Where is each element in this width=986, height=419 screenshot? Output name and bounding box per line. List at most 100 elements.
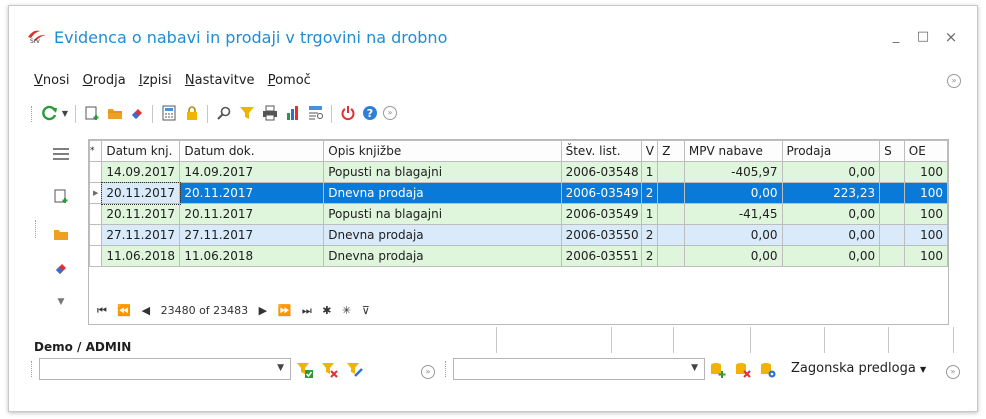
next-record-button[interactable]: ▶ xyxy=(259,304,267,317)
maximize-button[interactable]: □ xyxy=(912,28,934,46)
cell-datum-dok[interactable]: 20.11.2017 xyxy=(179,203,325,225)
menu-orodja[interactable]: Orodja xyxy=(83,73,126,88)
cell-datum-knj[interactable]: 14.09.2017 xyxy=(101,161,181,183)
filter-remove-icon[interactable] xyxy=(321,361,339,379)
power-icon[interactable] xyxy=(337,102,359,124)
cell-z[interactable] xyxy=(657,161,685,183)
cell-prodaja[interactable]: 0,00 xyxy=(781,203,881,225)
cell-datum-dok[interactable]: 20.11.2017 xyxy=(179,182,325,204)
open-folder-icon[interactable] xyxy=(49,223,73,245)
next-page-button[interactable]: ⏩ xyxy=(278,304,292,317)
refresh-icon[interactable] xyxy=(39,102,61,124)
cell-z[interactable] xyxy=(657,224,685,246)
cell-prodaja[interactable]: 223,23 xyxy=(781,182,881,204)
cell-z[interactable] xyxy=(657,182,685,204)
cell-oe[interactable]: 100 xyxy=(903,245,949,267)
last-record-button[interactable]: ⏭ xyxy=(302,304,312,317)
cell-prodaja[interactable]: 0,00 xyxy=(781,224,881,246)
column-header-z[interactable]: Z xyxy=(657,140,685,162)
table-row[interactable]: ▶ 20.11.2017 20.11.2017 Dnevna prodaja 2006-… xyxy=(88,181,949,205)
bottom-grip[interactable] xyxy=(31,361,35,377)
search-icon[interactable] xyxy=(213,102,235,124)
filter-record-button[interactable]: ⊽ xyxy=(362,304,370,317)
new-document-icon[interactable] xyxy=(49,185,73,207)
toolbar-grip[interactable] xyxy=(31,106,35,122)
filter-apply-icon[interactable] xyxy=(296,361,314,379)
row-indicator[interactable] xyxy=(88,224,103,246)
column-header-prodaja[interactable]: Prodaja xyxy=(781,140,881,162)
cell-oe[interactable]: 100 xyxy=(903,224,949,246)
template-combo[interactable]: ▼ xyxy=(453,358,705,380)
cell-v[interactable]: 1 xyxy=(640,203,659,225)
cell-mpv-nabave[interactable]: -405,97 xyxy=(683,161,783,183)
cell-z[interactable] xyxy=(657,203,685,225)
insert-record-button[interactable]: ✳ xyxy=(342,304,351,317)
cell-v[interactable]: 2 xyxy=(640,224,659,246)
filter-icon[interactable] xyxy=(236,102,258,124)
cell-datum-knj[interactable]: 27.11.2017 xyxy=(101,224,181,246)
menu-nastavitve[interactable]: Nastavitve xyxy=(185,73,255,88)
open-folder-icon[interactable] xyxy=(104,102,126,124)
column-header-indicator[interactable]: * xyxy=(88,140,103,162)
cell-mpv-nabave[interactable]: -41,45 xyxy=(683,203,783,225)
cell-opis[interactable]: Dnevna prodaja xyxy=(323,224,562,246)
menu-pomoc[interactable]: Pomoč xyxy=(268,73,311,88)
cell-stev-list[interactable]: 2006-03551 xyxy=(560,245,642,267)
cell-oe[interactable]: 100 xyxy=(903,203,949,225)
column-header-datum-dok[interactable]: Datum dok. xyxy=(179,140,325,162)
cell-opis[interactable]: Dnevna prodaja xyxy=(323,245,562,267)
cell-oe[interactable]: 100 xyxy=(903,161,949,183)
cell-stev-list[interactable]: 2006-03548 xyxy=(560,161,642,183)
cell-s[interactable] xyxy=(879,182,905,204)
cell-s[interactable] xyxy=(879,203,905,225)
new-document-icon[interactable] xyxy=(81,102,103,124)
template-settings-icon[interactable] xyxy=(759,361,777,379)
refresh-dropdown-icon[interactable]: ▼ xyxy=(59,102,71,124)
cell-v[interactable]: 1 xyxy=(640,161,659,183)
column-header-stev-list[interactable]: Štev. list. xyxy=(560,140,642,162)
calculator-icon[interactable] xyxy=(158,102,180,124)
menu-izpisi[interactable]: Izpisi xyxy=(139,73,172,88)
menu-vnosi[interactable]: Vnosi xyxy=(34,73,69,88)
print-icon[interactable] xyxy=(259,102,281,124)
cell-s[interactable] xyxy=(879,224,905,246)
table-row[interactable]: 14.09.2017 14.09.2017 Popusti na blagajni 2… xyxy=(88,161,949,183)
cell-v[interactable]: 2 xyxy=(640,245,659,267)
column-header-oe[interactable]: OE xyxy=(903,140,949,162)
chevron-down-icon[interactable]: ▼ xyxy=(49,291,73,313)
row-indicator[interactable] xyxy=(88,203,103,225)
cell-datum-dok[interactable]: 14.09.2017 xyxy=(179,161,325,183)
help-icon[interactable]: ? xyxy=(359,102,381,124)
expand-icon[interactable]: » xyxy=(379,102,401,124)
left-grip[interactable] xyxy=(35,220,37,238)
table-row[interactable]: 27.11.2017 27.11.2017 Dnevna prodaja 2006-0… xyxy=(88,224,949,246)
table-row[interactable]: 11.06.2018 11.06.2018 Dnevna prodaja 2006-0… xyxy=(88,245,949,267)
chart-icon[interactable] xyxy=(282,102,304,124)
row-indicator[interactable] xyxy=(88,245,103,267)
cell-datum-dok[interactable]: 11.06.2018 xyxy=(179,245,325,267)
left-filter-combo[interactable]: ▼ xyxy=(39,358,291,380)
cell-z[interactable] xyxy=(657,245,685,267)
cell-stev-list[interactable]: 2006-03550 xyxy=(560,224,642,246)
report-icon[interactable] xyxy=(305,102,327,124)
expand-left-icon[interactable]: » xyxy=(421,365,435,379)
lock-icon[interactable] xyxy=(181,102,203,124)
append-record-button[interactable]: ✱ xyxy=(322,304,331,317)
filter-edit-icon[interactable] xyxy=(346,361,364,379)
table-row[interactable]: 20.11.2017 20.11.2017 Popusti na blagajni 2… xyxy=(88,203,949,225)
eraser-icon[interactable] xyxy=(126,102,148,124)
cell-mpv-nabave[interactable]: 0,00 xyxy=(683,182,783,204)
cell-opis[interactable]: Popusti na blagajni xyxy=(323,161,562,183)
cell-s[interactable] xyxy=(879,245,905,267)
cell-oe[interactable]: 100 xyxy=(903,182,949,204)
cell-datum-knj[interactable]: 20.11.2017 xyxy=(100,181,181,205)
close-button[interactable]: × xyxy=(940,28,962,46)
cell-stev-list[interactable]: 2006-03549 xyxy=(560,182,642,204)
cell-mpv-nabave[interactable]: 0,00 xyxy=(683,245,783,267)
prev-page-button[interactable]: ⏪ xyxy=(117,304,131,317)
column-header-v[interactable]: V xyxy=(640,140,659,162)
row-indicator[interactable]: ▶ xyxy=(88,182,103,204)
row-indicator[interactable] xyxy=(88,161,103,183)
template-menu-button[interactable]: Zagonska predloga ▼ xyxy=(791,361,926,376)
cell-mpv-nabave[interactable]: 0,00 xyxy=(683,224,783,246)
